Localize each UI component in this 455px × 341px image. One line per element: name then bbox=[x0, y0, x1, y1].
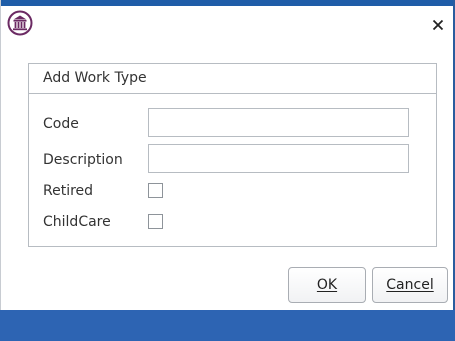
retired-checkbox[interactable] bbox=[148, 183, 163, 198]
childcare-checkbox[interactable] bbox=[148, 214, 163, 229]
ok-button-label: OK bbox=[316, 277, 338, 293]
group-title: Add Work Type bbox=[29, 64, 436, 94]
code-label: Code bbox=[43, 116, 79, 132]
close-icon bbox=[432, 16, 444, 35]
description-input[interactable] bbox=[148, 144, 409, 173]
add-work-type-dialog: Add Work Type Code Description Retired C… bbox=[1, 6, 453, 310]
description-label: Description bbox=[43, 152, 123, 168]
close-button[interactable] bbox=[427, 14, 449, 36]
status-bar bbox=[0, 310, 455, 341]
ok-button[interactable]: OK bbox=[288, 267, 366, 303]
cancel-button-label: Cancel bbox=[386, 277, 434, 293]
retired-label: Retired bbox=[43, 183, 94, 199]
cancel-button[interactable]: Cancel bbox=[372, 267, 448, 303]
childcare-label: ChildCare bbox=[43, 214, 111, 230]
court-building-icon bbox=[7, 10, 33, 36]
code-input[interactable] bbox=[148, 108, 409, 137]
